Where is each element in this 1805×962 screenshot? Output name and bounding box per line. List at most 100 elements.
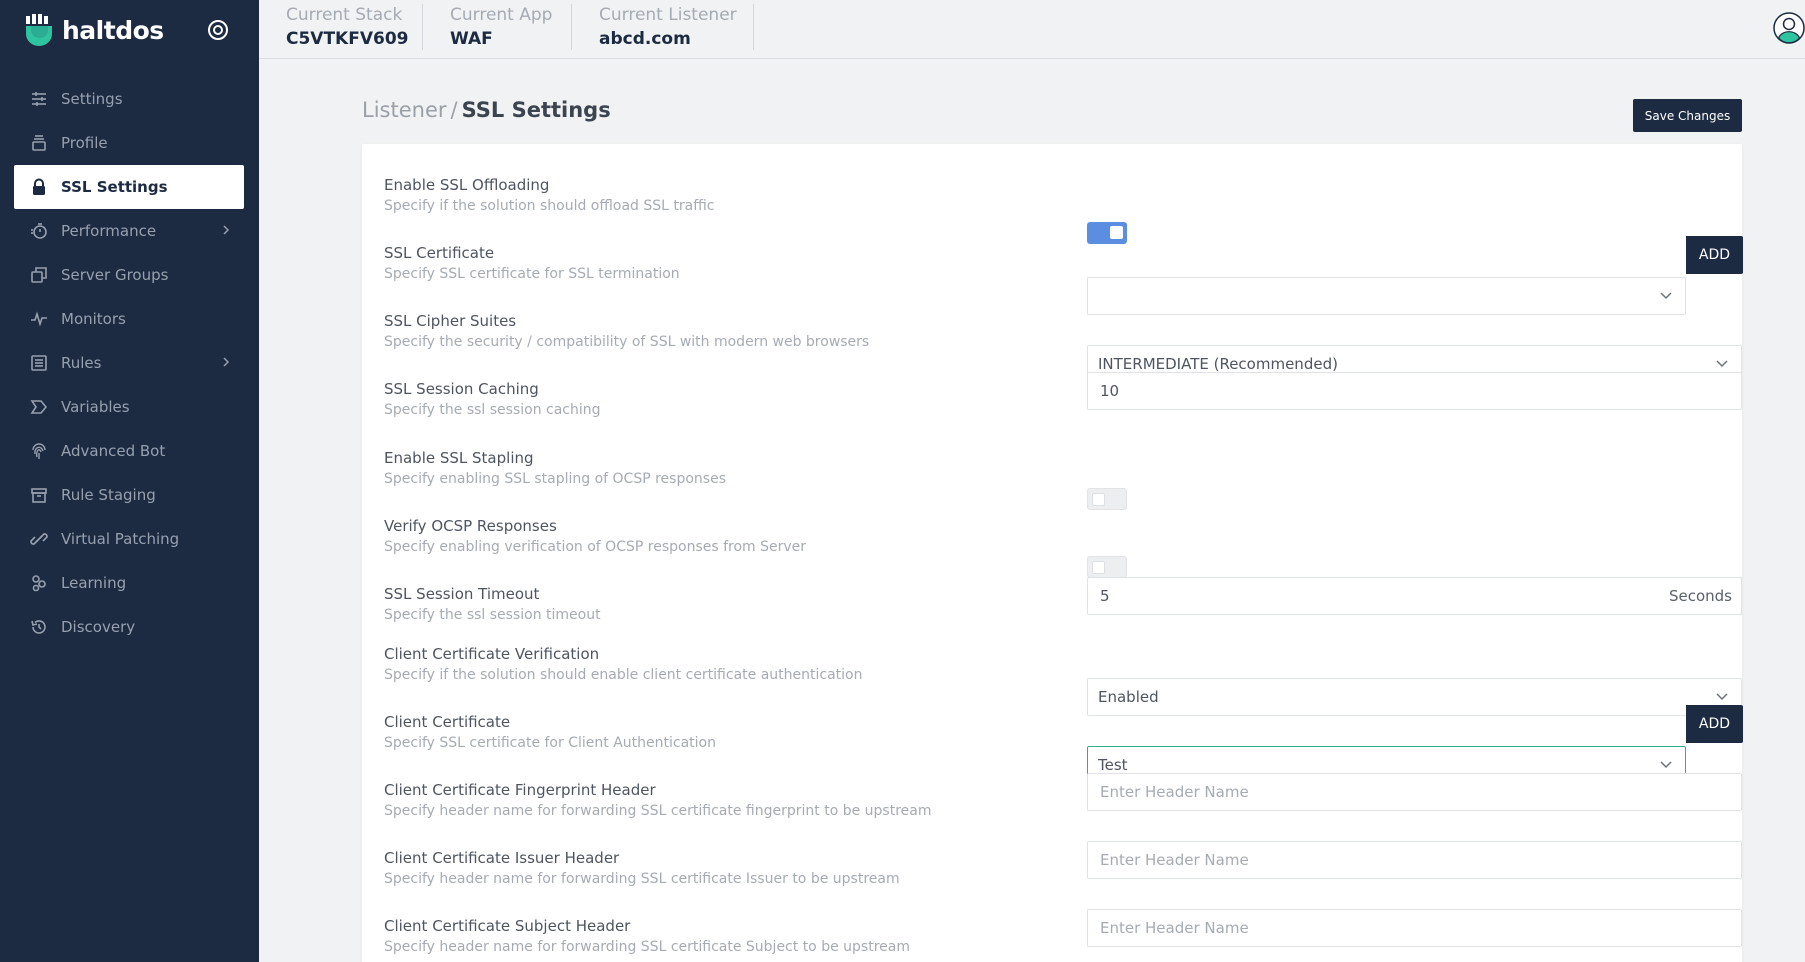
sidebar-item-server-groups[interactable]: Server Groups xyxy=(14,253,244,297)
sidebar-item-label: Advanced Bot xyxy=(61,442,166,460)
sidebar-item-label: Rules xyxy=(61,354,102,372)
sidebar-item-variables[interactable]: Variables xyxy=(14,385,244,429)
chevron-down-icon xyxy=(1716,360,1728,368)
chevron-down-icon xyxy=(1716,693,1728,701)
setting-issuer-header: Client Certificate Issuer Header Specify… xyxy=(384,841,1742,889)
current-app-label: Current App xyxy=(450,5,553,25)
current-listener-value: abcd.com xyxy=(599,29,691,49)
setting-title: Client Certificate xyxy=(384,713,511,731)
sidebar-item-virtual-patching[interactable]: Virtual Patching xyxy=(14,517,244,561)
list-icon xyxy=(30,354,48,372)
current-stack[interactable]: Current Stack C5VTKFV609 xyxy=(259,4,423,50)
setting-title: Enable SSL Offloading xyxy=(384,176,550,194)
save-changes-button[interactable]: Save Changes xyxy=(1633,99,1742,132)
timeout-unit-addon: Seconds xyxy=(1660,577,1742,615)
ssl-certificate-select[interactable] xyxy=(1087,277,1686,315)
sidebar-item-rule-staging[interactable]: Rule Staging xyxy=(14,473,244,517)
haltdos-logo-icon xyxy=(26,14,52,46)
current-stack-value: C5VTKFV609 xyxy=(286,29,409,49)
current-listener-label: Current Listener xyxy=(599,5,737,25)
ssl-stapling-toggle[interactable] xyxy=(1087,488,1127,510)
link-icon xyxy=(30,530,48,548)
setting-title: SSL Cipher Suites xyxy=(384,312,517,330)
fingerprint-header-input[interactable] xyxy=(1087,773,1742,811)
select-value: Test xyxy=(1098,756,1128,774)
brand-name: haltdos xyxy=(62,15,164,45)
copy-icon xyxy=(30,266,48,284)
setting-fingerprint-header: Client Certificate Fingerprint Header Sp… xyxy=(384,773,1742,821)
sidebar-item-advanced-bot[interactable]: Advanced Bot xyxy=(14,429,244,473)
toggle-knob xyxy=(1092,561,1105,574)
history-icon xyxy=(30,618,48,636)
ssl-session-timeout-input[interactable] xyxy=(1087,577,1661,615)
user-avatar-icon[interactable] xyxy=(1773,12,1805,44)
sidebar-item-label: Rule Staging xyxy=(61,486,156,504)
current-app-value: WAF xyxy=(450,29,493,49)
chevron-down-icon xyxy=(1660,292,1672,300)
sidebar-item-discovery[interactable]: Discovery xyxy=(14,605,244,649)
ssl-certificate-add-button[interactable]: ADD xyxy=(1686,236,1743,274)
setting-ssl-stapling: Enable SSL Stapling Specify enabling SSL… xyxy=(384,448,1720,511)
sidebar-item-learning[interactable]: Learning xyxy=(14,561,244,605)
fingerprint-icon xyxy=(30,442,48,460)
client-certificate-add-button[interactable]: ADD xyxy=(1686,705,1743,743)
sidebar-item-label: Virtual Patching xyxy=(61,530,180,548)
brand[interactable]: haltdos xyxy=(24,14,164,46)
ssl-offloading-toggle[interactable] xyxy=(1087,222,1127,244)
select-value: INTERMEDIATE (Recommended) xyxy=(1098,355,1338,373)
sidebar-item-label: Monitors xyxy=(61,310,126,328)
setting-description: Specify enabling SSL stapling of OCSP re… xyxy=(384,471,726,487)
current-stack-label: Current Stack xyxy=(286,5,403,25)
setting-title: Verify OCSP Responses xyxy=(384,517,557,535)
setting-ssl-session-caching: SSL Session Caching Specify the ssl sess… xyxy=(384,372,1742,420)
sidebar-item-performance[interactable]: Performance xyxy=(14,209,244,253)
setting-description: Specify enabling verification of OCSP re… xyxy=(384,539,807,555)
sidebar-item-profile[interactable]: Profile xyxy=(14,121,244,165)
setting-subject-header: Client Certificate Subject Header Specif… xyxy=(384,909,1742,957)
sidebar-item-settings[interactable]: Settings xyxy=(14,77,244,121)
setting-ssl-offloading: Enable SSL Offloading Specify if the sol… xyxy=(384,175,1720,244)
chevron-down-icon xyxy=(1660,761,1672,769)
sidebar-item-ssl-settings[interactable]: SSL Settings xyxy=(14,165,244,209)
stopwatch-icon xyxy=(30,222,48,240)
toggle-knob xyxy=(1092,493,1105,506)
setting-title: SSL Certificate xyxy=(384,244,495,262)
issuer-header-input[interactable] xyxy=(1087,841,1742,879)
ssl-session-caching-input[interactable] xyxy=(1087,372,1742,410)
setting-ssl-session-timeout: SSL Session Timeout Specify the ssl sess… xyxy=(384,577,1742,625)
sidebar-item-label: Learning xyxy=(61,574,127,592)
sidebar-item-label: SSL Settings xyxy=(61,178,168,196)
breadcrumb-separator: / xyxy=(450,98,458,122)
ssl-session-timeout-group: Seconds xyxy=(1087,577,1742,615)
setting-title: Enable SSL Stapling xyxy=(384,449,534,467)
sidebar: haltdos Settings Profile SSL Settings Pe… xyxy=(0,0,259,962)
breadcrumb-listener-link[interactable]: Listener xyxy=(362,98,447,122)
setting-verify-ocsp: Verify OCSP Responses Specify enabling v… xyxy=(384,516,1720,579)
sliders-icon xyxy=(30,90,48,108)
tag-icon xyxy=(30,398,48,416)
breadcrumb: Listener / SSL Settings xyxy=(362,98,611,122)
sidebar-item-label: Discovery xyxy=(61,618,136,636)
page-title: SSL Settings xyxy=(461,98,611,122)
chevron-right-icon xyxy=(223,357,230,367)
archive-icon xyxy=(30,486,48,504)
setting-description: Specify if the solution should offload S… xyxy=(384,198,715,214)
target-settings-icon[interactable] xyxy=(206,18,230,42)
sidebar-nav: Settings Profile SSL Settings Performanc… xyxy=(14,77,244,649)
toggle-knob xyxy=(1110,226,1123,239)
pulse-icon xyxy=(30,310,48,328)
ssl-settings-card: Enable SSL Offloading Specify if the sol… xyxy=(362,144,1743,962)
current-listener[interactable]: Current Listener abcd.com xyxy=(572,4,754,50)
client-cert-verification-select[interactable]: Enabled xyxy=(1087,678,1742,716)
chevron-right-icon xyxy=(223,225,230,235)
sidebar-item-monitors[interactable]: Monitors xyxy=(14,297,244,341)
sidebar-item-label: Performance xyxy=(61,222,157,240)
subject-header-input[interactable] xyxy=(1087,909,1742,947)
nodes-icon xyxy=(30,574,48,592)
sidebar-item-rules[interactable]: Rules xyxy=(14,341,244,385)
profile-stack-icon xyxy=(30,134,48,152)
current-app[interactable]: Current App WAF xyxy=(423,4,572,50)
verify-ocsp-toggle[interactable] xyxy=(1087,556,1127,578)
setting-title: Client Certificate Verification xyxy=(384,645,600,663)
select-value: Enabled xyxy=(1098,688,1159,706)
